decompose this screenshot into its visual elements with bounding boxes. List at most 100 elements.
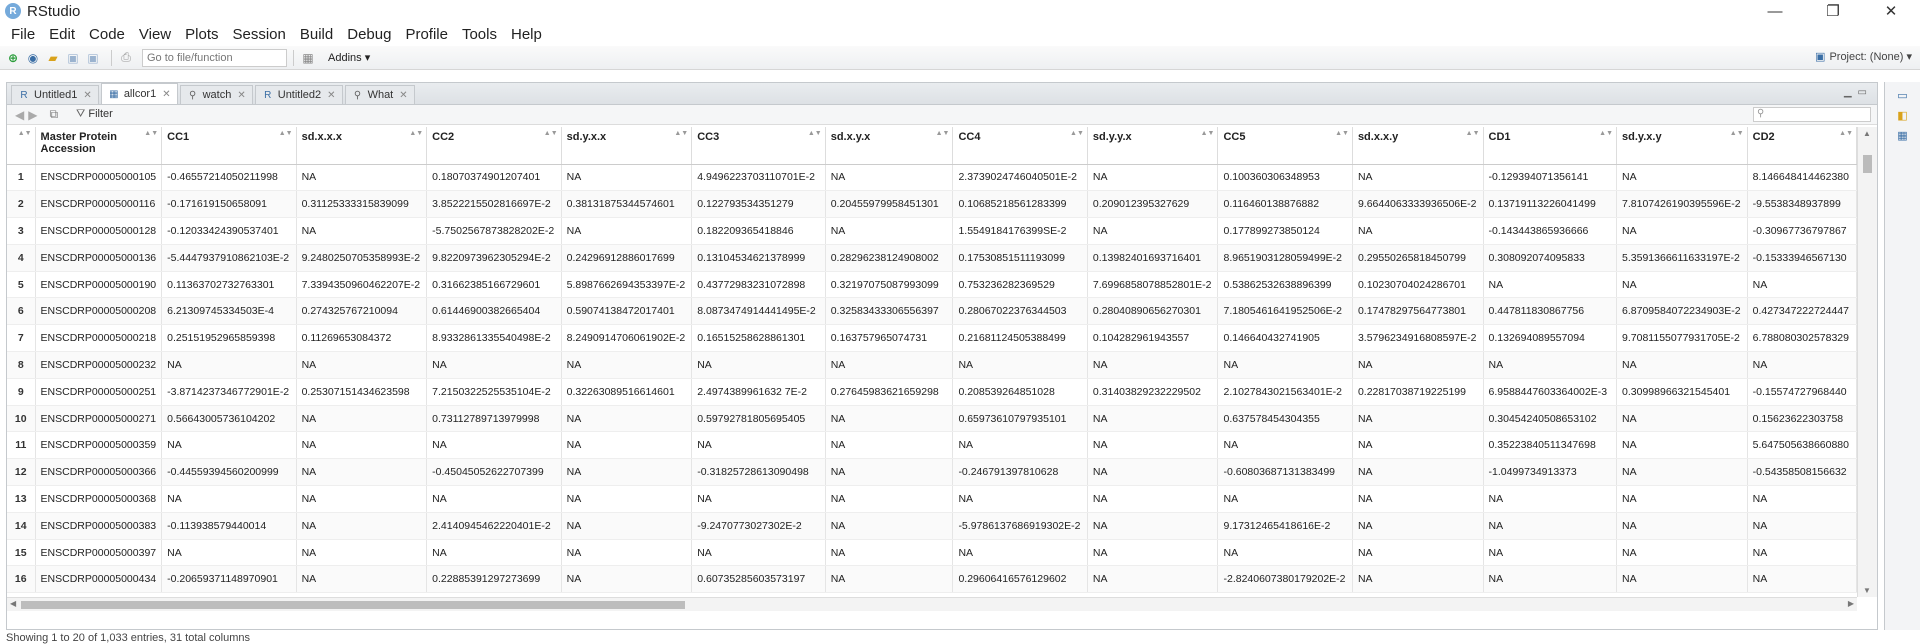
sort-icon[interactable]: ▲▼ [144, 130, 158, 137]
scroll-left-icon[interactable]: ◀ [10, 599, 16, 608]
filter-button[interactable]: ⛛ Filter [76, 108, 113, 121]
horizontal-scrollbar[interactable]: ◀ ▶ [7, 597, 1857, 611]
column-header[interactable]: sd.x.x.x ▲▼ [296, 127, 428, 165]
menu-profile[interactable]: Profile [398, 26, 455, 43]
close-icon[interactable]: ✕ [83, 90, 91, 101]
grid-layout-icon[interactable]: ▦ [300, 50, 316, 66]
sort-icon[interactable]: ▲▼ [544, 130, 558, 137]
menu-tools[interactable]: Tools [455, 26, 504, 43]
sort-icon[interactable]: ▲▼ [1070, 130, 1084, 137]
minimize-button[interactable]: — [1746, 0, 1804, 22]
scroll-up-icon[interactable]: ▲ [1863, 129, 1871, 138]
menu-build[interactable]: Build [293, 26, 340, 43]
menu-debug[interactable]: Debug [340, 26, 398, 43]
maximize-pane-icon[interactable]: ▭ [1896, 88, 1910, 102]
save-all-icon[interactable]: ▣ [85, 50, 101, 66]
environment-icon[interactable]: ◧ [1896, 108, 1910, 122]
table-cell: NA [1616, 431, 1748, 460]
packages-icon[interactable]: ▦ [1896, 128, 1910, 142]
table-cell: NA [825, 217, 954, 245]
column-header[interactable]: sd.y.y.x ▲▼ [1087, 127, 1219, 165]
sort-icon[interactable]: ▲▼ [936, 130, 950, 137]
menu-plots[interactable]: Plots [178, 26, 225, 43]
menu-code[interactable]: Code [82, 26, 132, 43]
column-header[interactable]: Master Protein Accession ▲▼ [35, 127, 163, 165]
table-cell: 7.1805461641952506E-2 [1217, 297, 1353, 326]
column-header[interactable]: CC5 ▲▼ [1217, 127, 1353, 165]
table-cell: NA [952, 485, 1088, 513]
vertical-scroll-thumb[interactable] [1863, 155, 1872, 173]
sort-icon[interactable]: ▲▼ [279, 130, 293, 137]
table-row: 15 ENSCDRP00005000397 NA NA NA NA NA NA NA NA NA NA… [7, 539, 1857, 567]
minimize-pane-icon[interactable]: ▁ [1844, 87, 1852, 98]
maximize-button[interactable]: ❐ [1804, 0, 1862, 22]
popout-icon[interactable]: ⧉ [49, 107, 58, 122]
save-icon[interactable]: ▣ [65, 50, 81, 66]
table-cell: NA [426, 539, 562, 567]
menu-help[interactable]: Help [504, 26, 549, 43]
sort-icon[interactable]: ▲▼ [1201, 130, 1215, 137]
tab-untitled1[interactable]: R Untitled1 ✕ [11, 85, 99, 104]
sort-icon[interactable]: ▲▼ [409, 130, 423, 137]
horizontal-scroll-thumb[interactable] [21, 601, 685, 609]
tab-what[interactable]: ⚲ What ✕ [344, 85, 415, 104]
go-to-file-input[interactable]: Go to file/function [142, 48, 287, 67]
menu-bar: File Edit Code View Plots Session Build … [0, 22, 1920, 46]
table-search-input[interactable]: ⚲ [1753, 107, 1871, 122]
sort-icon[interactable]: ▲▼ [808, 130, 822, 137]
table-cell: NA [1087, 565, 1219, 594]
forward-arrow-icon[interactable]: ▶ [28, 108, 37, 122]
sort-icon[interactable]: ▲▼ [674, 130, 688, 137]
project-menu[interactable]: ▣ Project: (None) ▾ [1815, 50, 1912, 63]
close-button[interactable]: ✕ [1862, 0, 1920, 22]
sort-icon[interactable]: ▲▼ [1466, 130, 1480, 137]
scroll-right-icon[interactable]: ▶ [1848, 599, 1854, 608]
close-icon[interactable]: ✕ [327, 90, 335, 101]
table-cell: 0.10685218561283399 [952, 190, 1088, 219]
column-header[interactable]: sd.x.y.x ▲▼ [825, 127, 954, 165]
row-number: 16 [7, 565, 36, 594]
close-icon[interactable]: ✕ [399, 90, 407, 101]
row-number: 12 [7, 458, 36, 487]
column-header[interactable]: CC1 ▲▼ [161, 127, 297, 165]
table-row: 6 ENSCDRP00005000208 6.21309745334503E-4 0.… [7, 297, 1857, 326]
tab-allcor1[interactable]: ▦ allcor1 ✕ [100, 83, 178, 104]
sort-icon[interactable]: ▲▼ [1335, 130, 1349, 137]
column-header[interactable]: CC4 ▲▼ [952, 127, 1088, 165]
menu-edit[interactable]: Edit [42, 26, 82, 43]
column-header[interactable]: CC2 ▲▼ [426, 127, 562, 165]
print-icon[interactable]: ⎙ [118, 50, 134, 66]
sort-icon[interactable]: ▲▼ [18, 130, 32, 137]
column-header[interactable]: CD2 ▲▼ [1747, 127, 1857, 165]
sort-icon[interactable]: ▲▼ [1839, 130, 1853, 137]
table-cell: 0.427347222724447 [1747, 297, 1857, 326]
close-icon[interactable]: ✕ [162, 89, 170, 100]
close-icon[interactable]: ✕ [237, 90, 245, 101]
sort-icon[interactable]: ▲▼ [1599, 130, 1613, 137]
open-file-icon[interactable]: ▰ [45, 50, 61, 66]
menu-file[interactable]: File [4, 26, 42, 43]
sort-icon[interactable]: ▲▼ [1730, 130, 1744, 137]
tab-untitled2[interactable]: R Untitled2 ✕ [254, 85, 343, 104]
column-header[interactable]: CC3 ▲▼ [691, 127, 826, 165]
back-arrow-icon[interactable]: ◀ [15, 108, 24, 122]
new-project-icon[interactable]: ◉ [25, 50, 41, 66]
new-file-icon[interactable]: ⊕ [5, 50, 21, 66]
table-cell: NA [561, 485, 693, 513]
scroll-down-icon[interactable]: ▼ [1863, 586, 1871, 595]
column-header[interactable]: CD1 ▲▼ [1483, 127, 1618, 165]
maximize-pane-icon[interactable]: ▭ [1858, 87, 1867, 98]
table-cell: NA [1217, 485, 1353, 513]
column-header-label: sd.x.x.x [301, 131, 342, 143]
column-header[interactable]: sd.x.x.y ▲▼ [1352, 127, 1484, 165]
vertical-scrollbar[interactable]: ▲ ▼ [1857, 127, 1877, 597]
table-cell: 0.182209365418846 [691, 217, 826, 245]
tab-watch[interactable]: ⚲ watch ✕ [179, 85, 253, 104]
table-cell: 5.3591366611633197E-2 [1616, 244, 1748, 272]
menu-session[interactable]: Session [226, 26, 293, 43]
row-index-header[interactable]: ▲▼ [7, 127, 36, 165]
column-header[interactable]: sd.y.x.x ▲▼ [561, 127, 693, 165]
addins-menu[interactable]: Addins ▾ [328, 51, 370, 64]
menu-view[interactable]: View [132, 26, 178, 43]
column-header[interactable]: sd.y.x.y ▲▼ [1616, 127, 1748, 165]
